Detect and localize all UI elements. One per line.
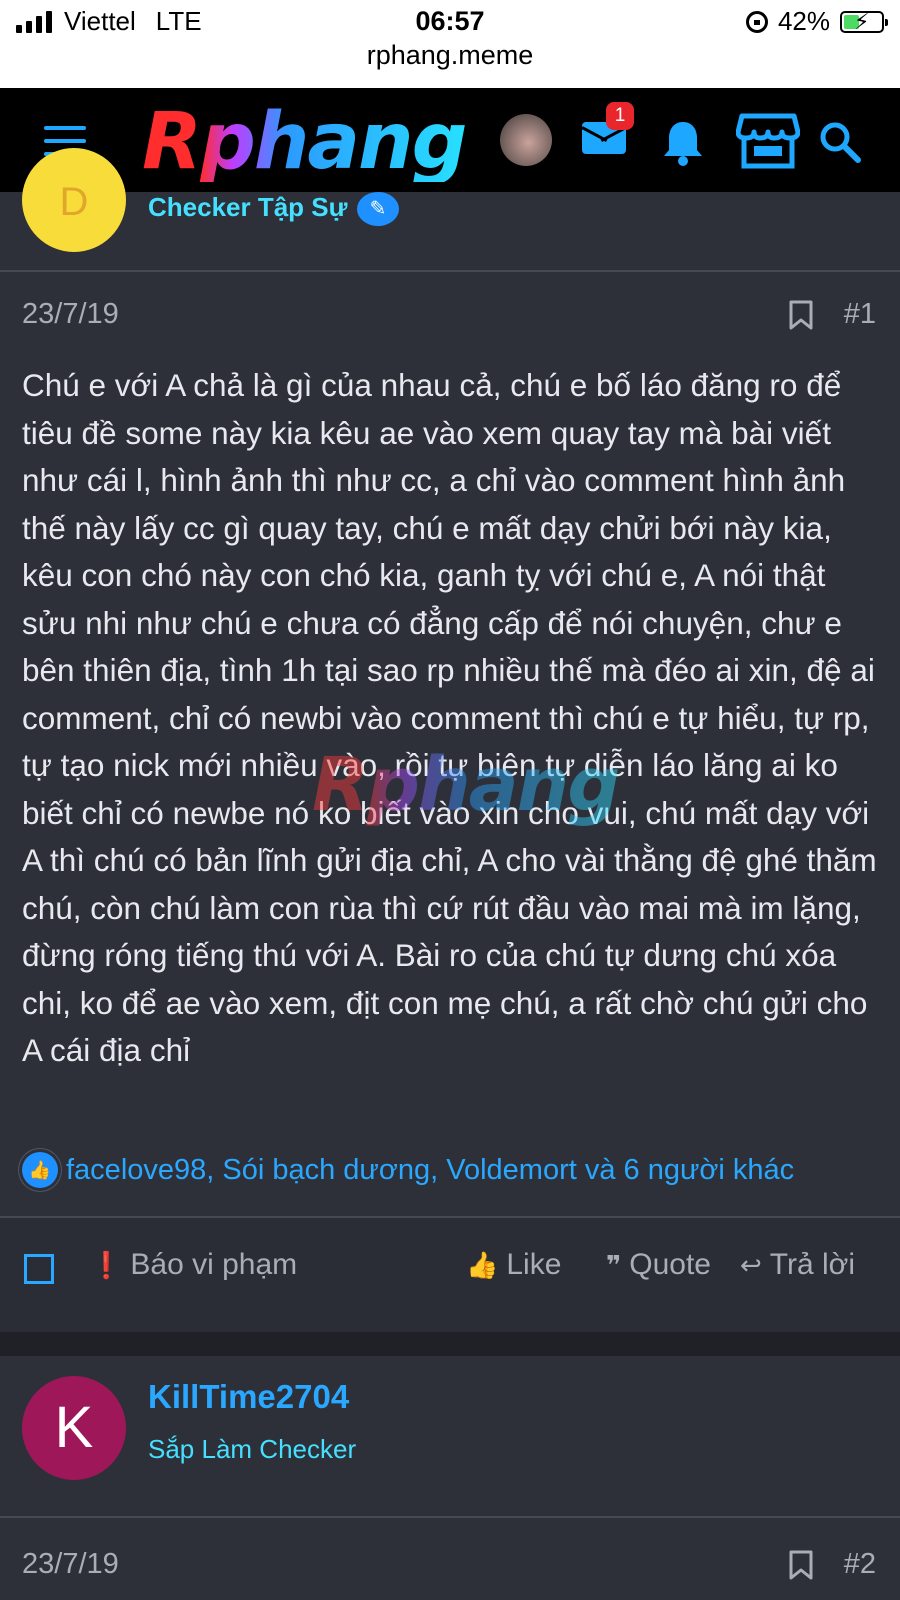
- reaction-users[interactable]: facelove98, Sói bạch dương, Voldemort và…: [66, 1154, 794, 1187]
- battery-icon: ⚡: [840, 8, 888, 34]
- post2-author-rank: Sắp Làm Checker: [148, 1434, 357, 1464]
- bell-icon[interactable]: [660, 118, 706, 168]
- battery-percent: 42%: [777, 6, 830, 36]
- report-button[interactable]: ❗ Báo vi phạm: [90, 1248, 297, 1282]
- post1-reactions[interactable]: 👍 facelove98, Sói bạch dương, Voldemort …: [22, 1152, 794, 1188]
- divider: [0, 270, 900, 272]
- post2-date[interactable]: 23/7/19: [22, 1548, 119, 1581]
- report-label: Báo vi phạm: [130, 1248, 298, 1281]
- status-right: 42% ⚡: [745, 6, 888, 37]
- quote-icon: ❞: [606, 1249, 622, 1280]
- divider: [0, 1516, 900, 1518]
- reply-label: Trả lời: [769, 1248, 856, 1281]
- alert-icon: ❗: [90, 1249, 123, 1280]
- quote-button[interactable]: ❞ Quote: [606, 1248, 711, 1282]
- post2-number[interactable]: #2: [844, 1548, 876, 1581]
- post1-number[interactable]: #1: [844, 298, 876, 331]
- bookmark-icon[interactable]: [788, 1550, 814, 1580]
- store-icon[interactable]: [736, 112, 800, 170]
- thumbs-up-icon: 👍: [466, 1249, 499, 1280]
- verified-badge-icon: ✎: [357, 192, 399, 226]
- mail-badge: 1: [606, 102, 634, 130]
- post-separator: [0, 1332, 900, 1356]
- bookmark-icon[interactable]: [788, 300, 814, 330]
- like-label: Like: [506, 1248, 562, 1281]
- post1-avatar[interactable]: D: [22, 148, 126, 252]
- app-header: Rphang 1: [0, 88, 900, 192]
- user-avatar[interactable]: [500, 114, 552, 166]
- post2-avatar[interactable]: K: [22, 1376, 126, 1480]
- like-button[interactable]: 👍 Like: [466, 1248, 561, 1282]
- quote-label: Quote: [629, 1248, 711, 1281]
- post1-actions: ❗ Báo vi phạm 👍 Like ❞ Quote ↩ Trả lời: [0, 1218, 900, 1332]
- post2-author-name[interactable]: KillTime2704: [148, 1378, 349, 1416]
- post1-author-rank: Checker Tập Sự: [148, 192, 348, 222]
- status-bar: Viettel LTE 06:57 rphang.meme 42% ⚡: [0, 0, 900, 88]
- address-bar-url[interactable]: rphang.meme: [0, 40, 900, 71]
- post1-body: Chú e với A chả là gì của nhau cả, chú e…: [22, 367, 877, 1068]
- select-checkbox[interactable]: [24, 1254, 54, 1284]
- post1-date[interactable]: 23/7/19: [22, 298, 119, 331]
- reply-icon: ↩: [740, 1249, 762, 1280]
- post1-author: D Checker Tập Sự ✎: [0, 148, 900, 276]
- rotation-lock-icon: [745, 10, 768, 33]
- like-reaction-icon: 👍: [22, 1152, 58, 1188]
- reply-button[interactable]: ↩ Trả lời: [740, 1248, 855, 1282]
- site-logo[interactable]: Rphang: [142, 102, 467, 182]
- charging-bolt-icon: ⚡: [854, 8, 870, 34]
- search-icon[interactable]: [818, 120, 862, 164]
